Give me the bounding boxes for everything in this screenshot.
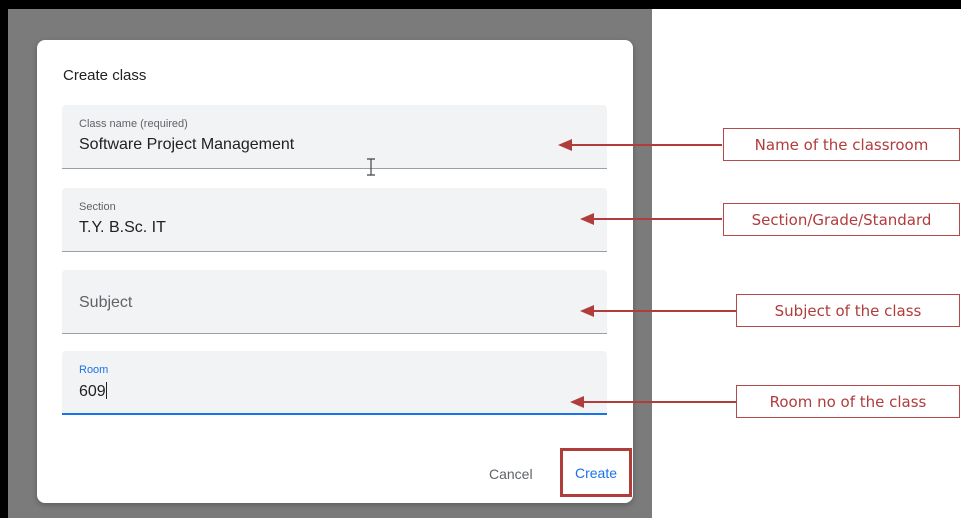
cancel-button[interactable]: Cancel <box>489 466 533 482</box>
room-value: 609 <box>79 382 107 401</box>
section-value: T.Y. B.Sc. IT <box>79 219 166 236</box>
callout-room: Room no of the class <box>736 385 960 418</box>
class-name-field[interactable]: Class name (required) Software Project M… <box>62 105 607 169</box>
subject-field[interactable]: Subject <box>62 270 607 334</box>
create-class-dialog: Create class Class name (required) Softw… <box>37 40 633 503</box>
room-label: Room <box>79 364 109 376</box>
room-field[interactable]: Room 609 <box>62 351 607 415</box>
dialog-title: Create class <box>63 67 147 84</box>
class-name-label: Class name (required) <box>79 118 188 130</box>
screenshot-border-left <box>0 0 8 518</box>
text-caret <box>105 382 107 399</box>
create-button[interactable]: Create <box>560 448 632 497</box>
screenshot-border-top <box>0 0 961 9</box>
class-name-value: Software Project Management <box>79 136 295 153</box>
callout-class-name: Name of the classroom <box>723 128 960 161</box>
room-value-text: 609 <box>79 383 106 400</box>
callout-subject: Subject of the class <box>736 294 960 327</box>
subject-placeholder: Subject <box>79 294 133 311</box>
callout-section: Section/Grade/Standard <box>723 203 960 236</box>
text-cursor-icon <box>367 158 375 176</box>
section-label: Section <box>79 201 116 213</box>
section-field[interactable]: Section T.Y. B.Sc. IT <box>62 188 607 252</box>
